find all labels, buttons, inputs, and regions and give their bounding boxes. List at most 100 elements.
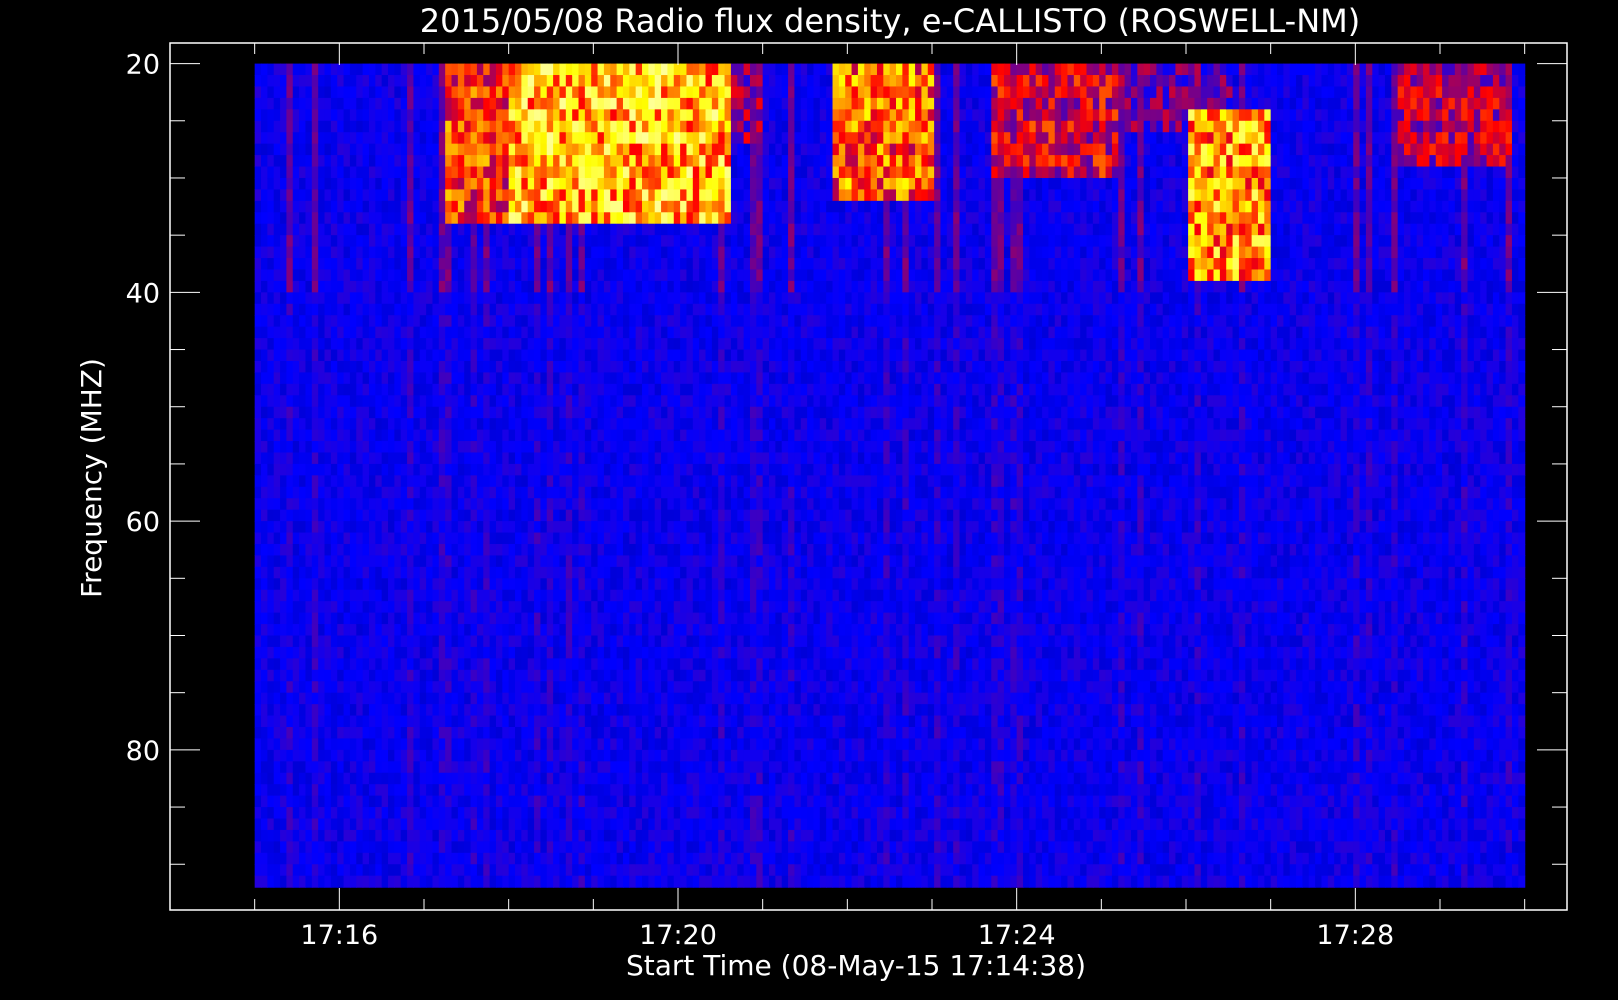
heatmap-cell (508, 452, 516, 465)
heatmap-cell (432, 807, 440, 820)
heatmap-cell (349, 155, 357, 168)
heatmap-cell (540, 75, 548, 88)
heatmap-cell (261, 761, 268, 774)
heatmap-cell (464, 818, 472, 831)
heatmap-cell (559, 624, 567, 637)
heatmap-cell (381, 63, 389, 76)
heatmap-cell (432, 109, 440, 122)
heatmap-cell (407, 829, 415, 842)
heatmap-cell (267, 818, 275, 831)
heatmap-cell (591, 315, 599, 328)
heatmap-cell (311, 120, 319, 133)
heatmap-cell (261, 612, 268, 625)
heatmap-cell (451, 875, 459, 888)
heatmap-cell (680, 372, 688, 385)
heatmap-cell (457, 269, 465, 282)
heatmap-cell (508, 715, 516, 728)
heatmap-cell (508, 486, 516, 499)
heatmap-cell (521, 646, 529, 659)
heatmap-cell (318, 521, 326, 534)
heatmap-cell (495, 635, 503, 648)
heatmap-cell (635, 818, 643, 831)
heatmap-cell (280, 704, 288, 717)
heatmap-cell (273, 852, 281, 865)
heatmap-cell (457, 715, 465, 728)
heatmap-cell (337, 315, 345, 328)
heatmap-cell (635, 555, 643, 568)
heatmap-cell (635, 246, 643, 259)
heatmap-cell (515, 772, 522, 785)
heatmap-cell (445, 566, 453, 579)
heatmap-cell (407, 692, 415, 705)
heatmap-cell (375, 475, 383, 488)
heatmap-cell (343, 86, 351, 99)
heatmap-cell (324, 269, 332, 282)
heatmap-cell (330, 360, 338, 374)
heatmap-cell (527, 97, 535, 110)
heatmap-cell (572, 589, 580, 602)
heatmap-cell (667, 498, 675, 511)
heatmap-cell (438, 555, 446, 568)
heatmap-cell (451, 372, 459, 385)
heatmap-cell (286, 875, 294, 888)
heatmap-cell (394, 109, 402, 122)
heatmap-cell (565, 486, 573, 499)
heatmap-cell (426, 349, 434, 362)
heatmap-cell (642, 555, 649, 568)
heatmap-cell (394, 63, 402, 76)
heatmap-cell (330, 315, 338, 328)
heatmap-cell (330, 761, 338, 774)
heatmap-cell (457, 97, 465, 110)
heatmap-cell (280, 658, 288, 671)
heatmap-cell (337, 532, 345, 545)
heatmap-cell (254, 235, 262, 248)
heatmap-cell (470, 475, 478, 488)
heatmap-cell (451, 784, 459, 797)
heatmap-cell (515, 235, 522, 248)
heatmap-cell (661, 63, 669, 76)
heatmap-cell (502, 452, 510, 465)
heatmap-cell (451, 315, 459, 328)
heatmap-cell (292, 132, 300, 145)
heatmap-cell (407, 566, 415, 579)
heatmap-cell (261, 509, 268, 522)
heatmap-cell (680, 612, 688, 625)
heatmap-cell (489, 704, 497, 717)
heatmap-cell (381, 486, 389, 499)
heatmap-cell (591, 143, 599, 156)
heatmap-cell (368, 235, 376, 248)
heatmap-cell (597, 326, 605, 339)
heatmap-cell (305, 246, 313, 259)
heatmap-cell (381, 601, 389, 614)
heatmap-cell (661, 155, 669, 168)
heatmap-cell (591, 624, 599, 637)
heatmap-cell (572, 395, 580, 408)
heatmap-cell (400, 669, 408, 682)
heatmap-cell (311, 566, 319, 579)
heatmap-cell (572, 498, 580, 511)
heatmap-cell (661, 521, 669, 534)
heatmap-cell (559, 635, 567, 648)
heatmap-cell (337, 646, 345, 659)
heatmap-cell (292, 212, 300, 225)
heatmap-cell (381, 97, 389, 110)
heatmap-cell (686, 772, 694, 785)
heatmap-cell (419, 624, 427, 637)
heatmap-cell (375, 315, 383, 328)
heatmap-cell (635, 589, 643, 602)
heatmap-cell (502, 486, 510, 499)
heatmap-cell (521, 269, 529, 282)
heatmap-cell (603, 509, 611, 522)
heatmap-cell (515, 441, 522, 454)
heatmap-cell (584, 212, 592, 225)
heatmap-cell (572, 726, 580, 740)
heatmap-cell (438, 692, 446, 705)
heatmap-cell (438, 543, 446, 557)
heatmap-cell (400, 280, 408, 293)
heatmap-cell (400, 578, 408, 591)
heatmap-cell (476, 223, 484, 236)
heatmap-cell (565, 258, 573, 271)
heatmap-cell (299, 738, 307, 751)
heatmap-cell (375, 807, 383, 820)
heatmap-cell (667, 521, 675, 534)
